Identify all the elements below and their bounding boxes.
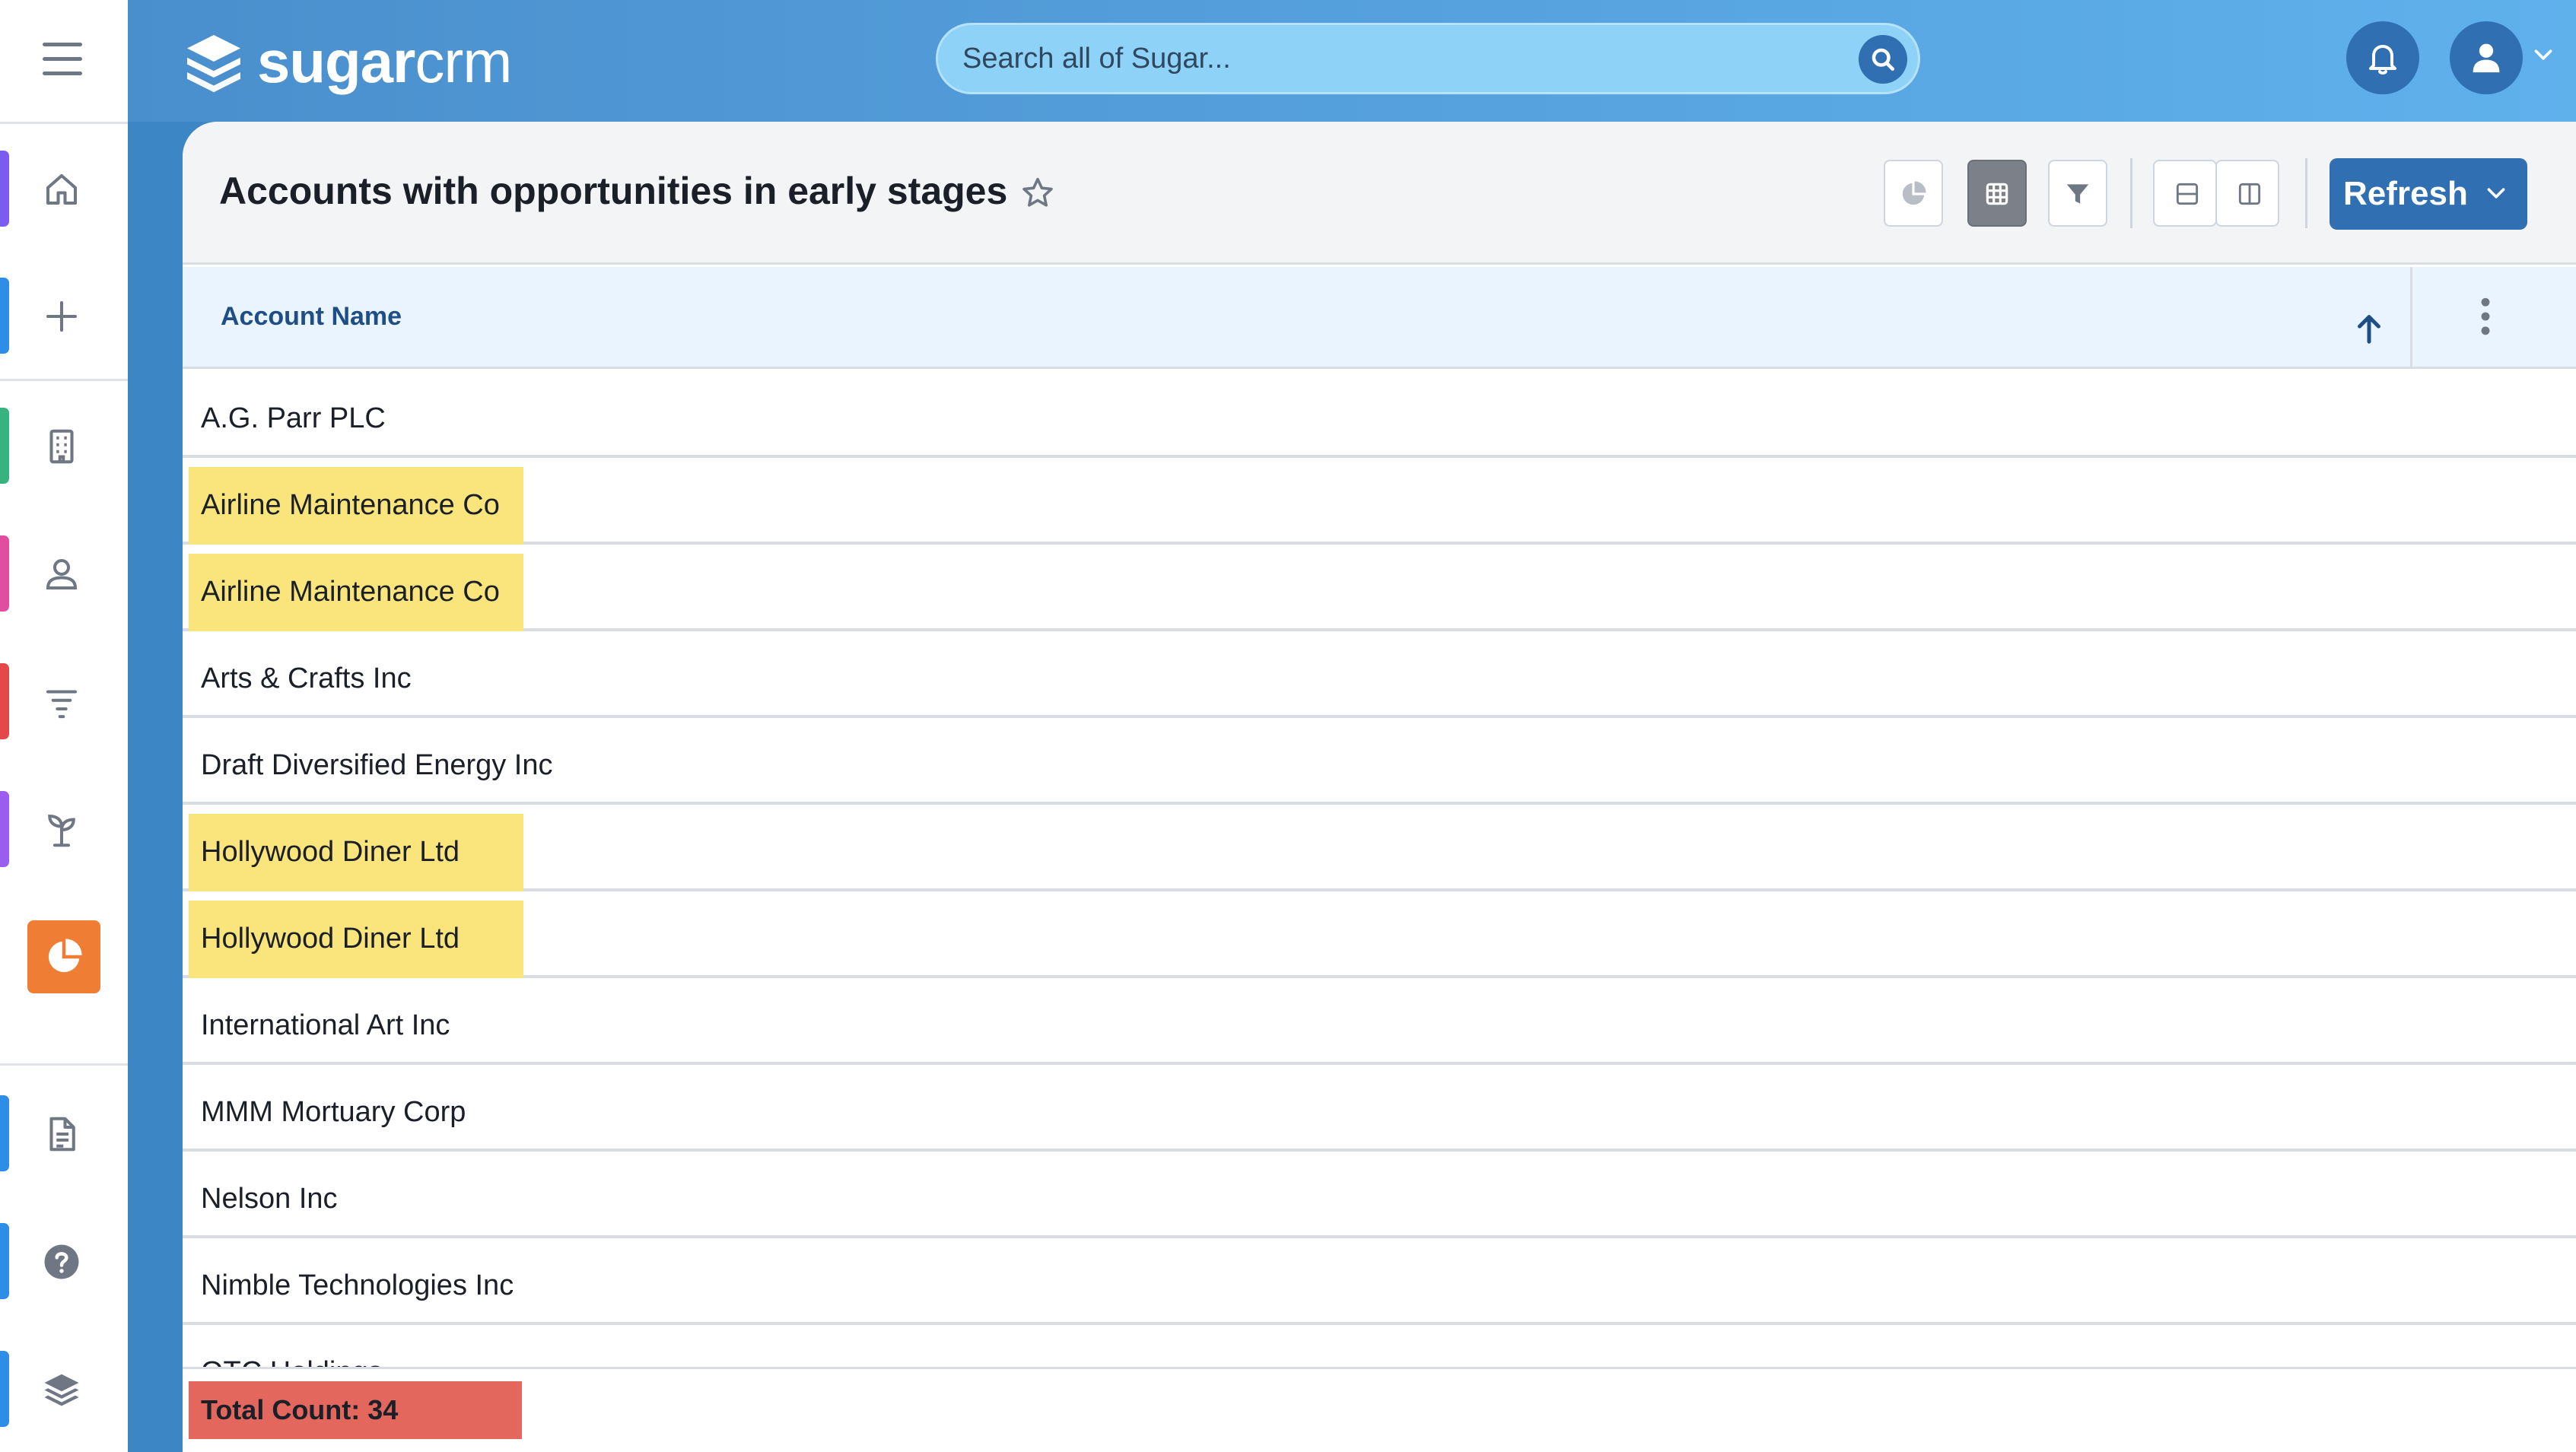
rail-divider	[0, 1063, 128, 1066]
nav-accent	[0, 663, 9, 739]
grid-icon	[1986, 183, 2008, 205]
help-icon	[44, 1244, 79, 1279]
global-search	[936, 23, 1920, 94]
table-row[interactable]: Nimble Technologies Inc	[183, 1238, 2576, 1325]
chevron-down-icon[interactable]	[2485, 184, 2508, 202]
refresh-button[interactable]: Refresh	[2330, 158, 2527, 230]
filter-icon	[2066, 184, 2089, 204]
account-name-cell[interactable]: Arts & Crafts Inc	[189, 640, 430, 718]
total-count: Total Count: 34	[189, 1381, 522, 1439]
nav-item-documents[interactable]	[0, 1095, 128, 1171]
document-icon	[49, 1117, 75, 1152]
nav-item-accounts[interactable]	[0, 408, 128, 484]
notifications-button[interactable]	[2346, 21, 2419, 94]
table-view-button[interactable]	[1967, 160, 2027, 227]
left-nav-rail	[0, 0, 128, 1452]
report-panel: Accounts with opportunities in early sta…	[183, 122, 2576, 1452]
table-header: Account Name	[183, 267, 2576, 369]
chevron-down-icon[interactable]	[2532, 46, 2555, 64]
search-icon	[1872, 48, 1894, 71]
page-title: Accounts with opportunities in early sta…	[219, 170, 1008, 212]
refresh-label: Refresh	[2343, 175, 2468, 212]
nav-accent	[0, 278, 9, 354]
nav-accent	[0, 1095, 9, 1171]
toolbar-separator	[2305, 158, 2307, 228]
split-vertical-icon	[2238, 183, 2261, 205]
account-name-cell[interactable]: Airline Maintenance Co	[189, 554, 523, 631]
nav-accent	[0, 151, 9, 227]
table-row[interactable]: International Art Inc	[183, 978, 2576, 1065]
layers-icon	[44, 1374, 79, 1406]
sort-ascending-icon[interactable]	[2354, 311, 2384, 346]
nav-item-home[interactable]	[0, 151, 128, 227]
top-bar: sugarcrm	[128, 0, 2576, 122]
rail-divider	[0, 379, 128, 381]
table-row[interactable]: MMM Mortuary Corp	[183, 1065, 2576, 1152]
nav-item-help[interactable]	[0, 1223, 128, 1299]
report-header: Accounts with opportunities in early sta…	[183, 122, 2576, 265]
table-row[interactable]: Hollywood Diner Ltd	[183, 891, 2576, 978]
star-icon[interactable]	[1019, 175, 1056, 211]
vertical-split-button[interactable]	[2215, 160, 2279, 227]
account-name-cell[interactable]: Airline Maintenance Co	[189, 467, 523, 545]
table-row[interactable]: Arts & Crafts Inc	[183, 631, 2576, 718]
plant-icon	[48, 814, 75, 847]
sugarcrm-logo[interactable]: sugarcrm	[181, 27, 512, 96]
toolbar-separator	[2130, 158, 2132, 228]
nav-item-contacts[interactable]	[0, 535, 128, 612]
menu-icon[interactable]	[43, 43, 82, 76]
nav-item-quick-create[interactable]	[0, 278, 128, 354]
nav-item-reports[interactable]	[0, 920, 128, 996]
kebab-menu-icon[interactable]	[2480, 297, 2491, 335]
nav-accent	[0, 1351, 9, 1427]
person-icon	[46, 558, 78, 590]
nav-accent	[0, 535, 9, 612]
account-name-cell[interactable]: Nimble Technologies Inc	[189, 1247, 532, 1325]
user-icon	[2473, 43, 2500, 73]
filter-button[interactable]	[2048, 160, 2107, 227]
table-row[interactable]: A.G. Parr PLC	[183, 371, 2576, 458]
column-divider	[2410, 267, 2412, 369]
nav-item-opportunities[interactable]	[0, 663, 128, 739]
cube-logo-icon	[187, 35, 240, 93]
table-footer: Total Count: 34	[183, 1367, 2576, 1452]
horizontal-split-button[interactable]	[2153, 160, 2217, 227]
user-avatar-button[interactable]	[2450, 21, 2523, 94]
building-icon	[49, 429, 74, 464]
account-name-cell[interactable]: A.G. Parr PLC	[189, 380, 404, 458]
pie-chart-icon	[1902, 181, 1926, 205]
chart-view-button[interactable]	[1884, 160, 1943, 227]
nav-accent	[0, 408, 9, 484]
split-horizontal-icon	[2176, 183, 2199, 205]
column-header-account-name[interactable]: Account Name	[221, 302, 402, 332]
account-name-cell[interactable]: Nelson Inc	[189, 1161, 356, 1238]
account-name-cell[interactable]: Hollywood Diner Ltd	[189, 901, 523, 978]
logo-wordmark: sugarcrm	[257, 28, 512, 95]
search-input[interactable]	[962, 36, 1814, 81]
home-icon	[46, 173, 78, 205]
nav-accent	[0, 791, 9, 867]
account-name-cell[interactable]: International Art Inc	[189, 987, 468, 1065]
table-row[interactable]: Hollywood Diner Ltd	[183, 805, 2576, 891]
account-name-cell[interactable]: MMM Mortuary Corp	[189, 1074, 484, 1152]
plus-icon	[46, 300, 78, 332]
rail-divider	[0, 122, 128, 124]
nav-item-leads[interactable]	[0, 791, 128, 867]
table-row[interactable]: Airline Maintenance Co	[183, 458, 2576, 545]
table-row[interactable]: Nelson Inc	[183, 1152, 2576, 1238]
account-name-cell[interactable]: Draft Diversified Energy Inc	[189, 727, 571, 805]
nav-accent	[0, 1223, 9, 1299]
search-button[interactable]	[1859, 35, 1907, 84]
nav-item-stack[interactable]	[0, 1351, 128, 1427]
bell-icon	[2369, 45, 2396, 75]
table-body: A.G. Parr PLC Airline Maintenance Co Airli…	[183, 371, 2576, 1412]
pie-chart-icon	[48, 939, 82, 973]
table-row[interactable]: Draft Diversified Energy Inc	[183, 718, 2576, 805]
table-row[interactable]: Airline Maintenance Co	[183, 545, 2576, 631]
funnel-icon	[46, 690, 78, 719]
account-name-cell[interactable]: Hollywood Diner Ltd	[189, 814, 523, 891]
